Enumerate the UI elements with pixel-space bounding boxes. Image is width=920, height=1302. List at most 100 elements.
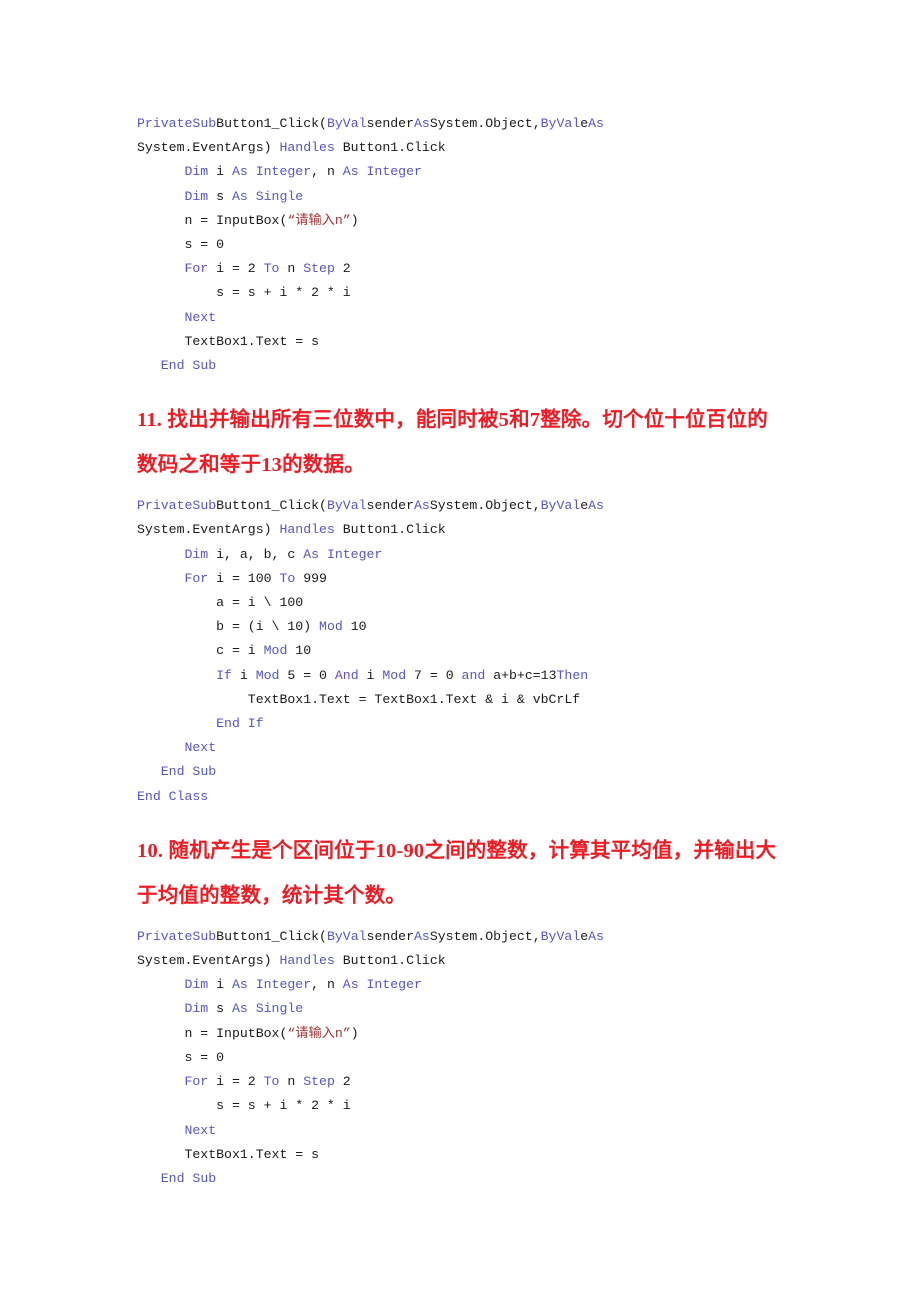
code-text: s = s + i * 2 * i	[137, 285, 351, 301]
code-keyword: As	[588, 928, 604, 944]
code-keyword: Step	[303, 261, 335, 277]
code-keyword: As Integer	[342, 164, 422, 180]
code-keyword: As Integer	[231, 164, 312, 180]
code-keyword: And	[334, 667, 359, 683]
code-text: Button1.Click	[334, 140, 446, 156]
code-keyword: As	[414, 498, 430, 514]
code-keyword: Handles	[279, 953, 335, 969]
code-keyword: Dim	[184, 546, 209, 562]
code-block-2: PrivateSubButton1_Click(ByValsenderAsSys…	[137, 494, 785, 809]
code-keyword: Private	[137, 928, 193, 944]
code-text: System.Object,	[429, 116, 541, 131]
code-keyword: Private	[137, 116, 193, 131]
code-keyword: End Sub	[160, 764, 217, 780]
code-keyword: Handles	[279, 522, 335, 538]
code-keyword: To	[263, 1074, 280, 1090]
code-keyword: Sub	[192, 498, 217, 514]
code-line: TextBox1.Text = s	[137, 330, 785, 354]
code-text: i, a, b, c	[208, 546, 304, 562]
code-line: a = i \ 100	[137, 591, 785, 615]
code-keyword: Mod	[255, 667, 280, 683]
code-text: System.EventArgs)	[137, 953, 280, 969]
code-keyword: As	[414, 116, 430, 131]
code-keyword: For	[184, 261, 209, 277]
code-text: s	[208, 188, 232, 204]
code-keyword: Then	[556, 667, 589, 683]
code-text: a = i \ 100	[137, 595, 304, 611]
code-text: b = (i \ 10)	[137, 619, 320, 635]
code-line: Dim i, a, b, c As Integer	[137, 543, 785, 567]
code-text: n	[279, 1074, 304, 1090]
code-block-3: PrivateSubButton1_Click(ByValsenderAsSys…	[137, 925, 785, 1191]
code-text: i	[208, 164, 232, 180]
code-text: Button1.Click	[334, 522, 446, 538]
code-keyword: Dim	[184, 188, 209, 204]
code-text: Button1.Click	[334, 953, 446, 969]
code-line: For i = 100 To 999	[137, 567, 785, 591]
code-text: sender	[366, 116, 415, 131]
document-page: PrivateSubButton1_Click(ByValsenderAsSys…	[0, 0, 920, 1302]
code-text: 999	[295, 570, 327, 586]
code-text: 10	[342, 619, 367, 635]
code-text: )	[350, 212, 359, 228]
code-keyword: Sub	[192, 928, 217, 944]
code-keyword: Mod	[382, 667, 407, 683]
code-keyword: As Single	[231, 188, 304, 204]
code-text: s	[208, 1001, 232, 1017]
code-text: i = 2	[208, 1074, 264, 1090]
code-text: n = InputBox(	[137, 212, 288, 228]
code-line: s = 0	[137, 233, 785, 257]
code-text: Button1_Click(	[216, 116, 327, 131]
code-text: e	[580, 928, 589, 944]
code-text: i = 2	[208, 261, 264, 277]
code-line: Dim s As Single	[137, 185, 785, 209]
code-keyword: As	[588, 498, 604, 514]
code-keyword: End Sub	[160, 1170, 217, 1186]
code-line: If i Mod 5 = 0 And i Mod 7 = 0 and a+b+c…	[137, 664, 785, 688]
code-keyword: and	[461, 667, 486, 683]
code-line: c = i Mod 10	[137, 639, 785, 663]
code-line: End Class	[137, 785, 785, 809]
code-keyword: Dim	[184, 1001, 209, 1017]
code-text: a+b+c=13	[485, 667, 557, 683]
code-text: 2	[334, 261, 351, 277]
code-keyword: Dim	[184, 164, 209, 180]
code-text: Button1_Click(	[216, 498, 327, 514]
code-line: s = s + i * 2 * i	[137, 281, 785, 305]
code-string: “请输入n”	[287, 1025, 351, 1041]
code-line: TextBox1.Text = TextBox1.Text & i & vbCr…	[137, 688, 785, 712]
code-text: e	[580, 116, 589, 131]
code-keyword: As Integer	[303, 546, 383, 562]
code-keyword: Next	[184, 309, 217, 325]
code-line: s = 0	[137, 1046, 785, 1070]
code-keyword: If	[216, 667, 232, 683]
code-block-1: PrivateSubButton1_Click(ByValsenderAsSys…	[137, 112, 785, 378]
code-keyword: ByVal	[326, 116, 367, 131]
code-text: System.EventArgs)	[137, 140, 280, 156]
code-keyword: ByVal	[326, 498, 367, 514]
heading-11: 11. 找出并输出所有三位数中，能同时被5和7整除。切个位十位百位的数码之和等于…	[137, 409, 768, 477]
code-text: n = InputBox(	[137, 1025, 288, 1041]
code-line: End Sub	[137, 1167, 785, 1191]
code-keyword: End Sub	[160, 358, 217, 374]
code-text: c = i	[137, 643, 264, 659]
code-text: Button1_Click(	[216, 928, 327, 944]
code-text: 5 = 0	[279, 667, 335, 683]
code-keyword: As Single	[231, 1001, 304, 1017]
code-keyword: Handles	[279, 140, 335, 156]
code-line: n = InputBox(“请输入n”)	[137, 1022, 785, 1046]
code-string: “请输入n”	[287, 212, 351, 228]
code-keyword: Dim	[184, 977, 209, 993]
